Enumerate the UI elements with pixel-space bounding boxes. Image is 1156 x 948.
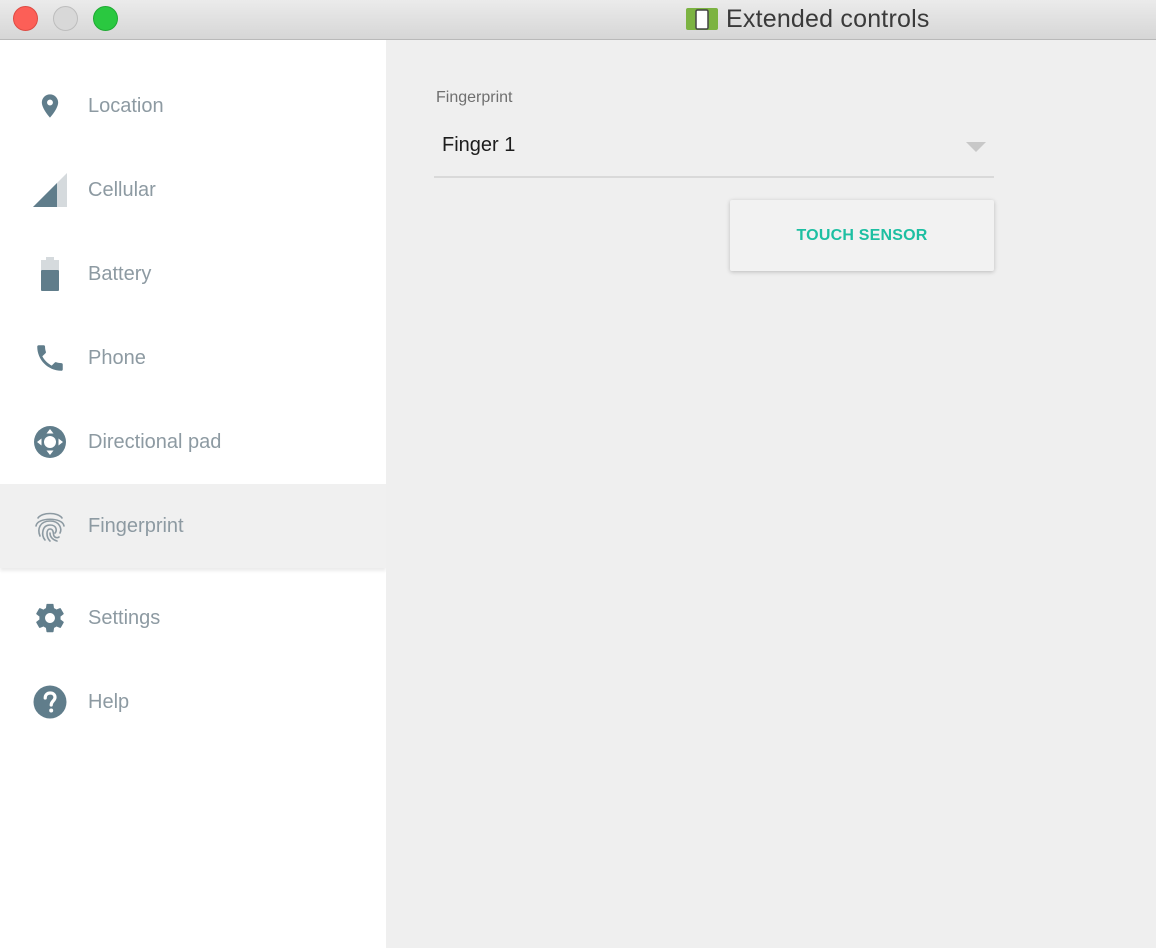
close-window-button[interactable] bbox=[13, 6, 38, 31]
app-icon bbox=[686, 8, 718, 30]
sidebar-item-phone[interactable]: Phone bbox=[0, 316, 386, 400]
sidebar-item-label: Help bbox=[88, 690, 130, 713]
location-pin-icon bbox=[32, 88, 68, 124]
phone-icon bbox=[32, 340, 68, 376]
sidebar-item-label: Phone bbox=[88, 346, 146, 369]
sidebar-item-directional-pad[interactable]: Directional pad bbox=[0, 400, 386, 484]
sidebar-item-label: Location bbox=[88, 94, 164, 117]
sidebar-item-label: Fingerprint bbox=[88, 514, 184, 537]
fingerprint-field-label: Fingerprint bbox=[436, 89, 513, 106]
sidebar-item-label: Battery bbox=[88, 262, 152, 285]
battery-icon bbox=[32, 256, 68, 292]
help-icon bbox=[32, 684, 68, 720]
sidebar-item-label: Directional pad bbox=[88, 430, 222, 453]
sidebar-item-label: Settings bbox=[88, 606, 161, 629]
sidebar-nav: Location Cellular Battery Phone Directio… bbox=[0, 40, 386, 948]
window-title: Extended controls bbox=[726, 4, 930, 33]
dropdown-arrow-icon bbox=[966, 142, 986, 152]
sidebar-item-battery[interactable]: Battery bbox=[0, 232, 386, 316]
touch-sensor-button[interactable]: TOUCH SENSOR bbox=[730, 200, 994, 271]
sidebar-item-help[interactable]: Help bbox=[0, 660, 386, 744]
fingerprint-icon bbox=[32, 508, 68, 544]
gear-icon bbox=[32, 600, 68, 636]
sidebar-item-fingerprint[interactable]: Fingerprint bbox=[0, 484, 386, 568]
title-bar: Extended controls bbox=[0, 0, 1156, 40]
finger-select-value: Finger 1 bbox=[442, 134, 516, 156]
sidebar-item-location[interactable]: Location bbox=[0, 64, 386, 148]
window-title-group: Extended controls bbox=[686, 4, 930, 34]
sidebar-item-settings[interactable]: Settings bbox=[0, 576, 386, 660]
sidebar-item-label: Cellular bbox=[88, 178, 156, 201]
zoom-window-button[interactable] bbox=[93, 6, 118, 31]
sidebar-item-cellular[interactable]: Cellular bbox=[0, 148, 386, 232]
fingerprint-panel: Fingerprint Finger 1 TOUCH SENSOR bbox=[386, 40, 1156, 948]
minimize-window-button[interactable] bbox=[53, 6, 78, 31]
finger-select-dropdown[interactable]: Finger 1 bbox=[434, 120, 994, 178]
dpad-icon bbox=[32, 424, 68, 460]
cellular-signal-icon bbox=[32, 172, 68, 208]
